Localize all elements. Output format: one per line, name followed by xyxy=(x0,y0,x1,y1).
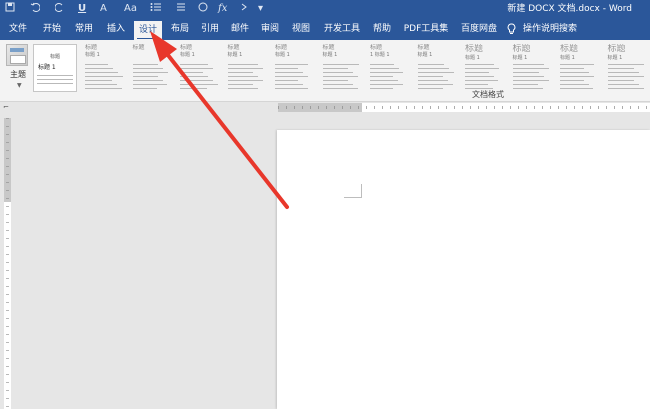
style-set-heading: 标题 1 xyxy=(560,55,575,61)
tab-common[interactable]: 常用 xyxy=(70,18,98,40)
circle-icon[interactable] xyxy=(198,2,208,17)
document-page[interactable] xyxy=(277,130,650,409)
style-set-item[interactable]: 标题 标题 1 xyxy=(177,44,221,92)
tab-view[interactable]: 视图 xyxy=(287,18,315,40)
ribbon-tabs: 文件 开始 常用 插入 设计 布局 引用 邮件 审阅 视图 开发工具 帮助 PD… xyxy=(0,18,650,40)
style-set-item[interactable]: 标题 标题 1 xyxy=(225,44,269,92)
tab-design[interactable]: 设计 xyxy=(134,21,162,40)
style-set-item[interactable]: 标题 xyxy=(130,44,174,92)
redo-icon[interactable] xyxy=(54,2,65,17)
style-set-heading: 标题 1 xyxy=(227,52,243,58)
formula-button[interactable]: fx xyxy=(218,2,227,16)
chevron-down-icon: ▼ xyxy=(17,82,22,89)
tab-layout[interactable]: 布局 xyxy=(166,18,194,40)
style-set-heading: 标题 1 xyxy=(85,52,100,58)
style-set-heading: 1 标题 1 xyxy=(370,52,390,58)
style-set-item[interactable]: 标题 标题 1 xyxy=(462,44,506,92)
style-set-title: 标题 xyxy=(512,44,531,54)
tab-file[interactable]: 文件 xyxy=(4,18,32,40)
style-set-heading: 标题 1 xyxy=(275,52,290,58)
ribbon-design-panel: 主题 ▼ 标题 标题 1 标题 标题 1 标题 标题 标题 1 标题 标题 1 标题 标题 1标… xyxy=(0,40,650,102)
window-title: 新建 DOCX 文档.docx - Word xyxy=(507,4,632,14)
style-set-title: 标题 xyxy=(607,44,626,54)
style-set-title: 标题 xyxy=(49,54,60,60)
lightbulb-icon xyxy=(507,23,516,34)
undo-icon[interactable] xyxy=(30,2,41,17)
align-icon[interactable] xyxy=(176,2,186,17)
more-icon[interactable] xyxy=(240,2,250,17)
style-set-title: 标题 xyxy=(465,44,484,54)
themes-icon xyxy=(6,44,28,66)
text-boundary-marker xyxy=(344,184,362,198)
style-set-item[interactable]: 标题 标题 1 xyxy=(82,44,126,92)
tab-mailings[interactable]: 邮件 xyxy=(226,18,254,40)
style-set-title: 标题 xyxy=(132,44,145,51)
tab-help[interactable]: 帮助 xyxy=(368,18,396,40)
save-icon[interactable] xyxy=(5,2,15,17)
style-set-heading: 标题 1 xyxy=(512,55,528,61)
horizontal-ruler[interactable] xyxy=(278,103,650,112)
style-set-title: 标题 xyxy=(180,44,193,51)
style-set-item[interactable]: 标题 标题 1 xyxy=(320,44,364,92)
tab-insert[interactable]: 插入 xyxy=(102,18,130,40)
tab-baidu-netdisk[interactable]: 百度网盘 xyxy=(455,18,503,40)
style-set-heading: 标题 1 xyxy=(607,55,623,61)
bullets-icon[interactable] xyxy=(150,2,162,17)
underline-button[interactable]: U xyxy=(78,2,86,16)
style-set-title: 标题 xyxy=(227,44,240,51)
style-set-heading: 标题 1 xyxy=(38,64,56,71)
tab-pdf-tools[interactable]: PDF工具集 xyxy=(400,18,452,40)
style-set-item[interactable]: 标题 标题 1 xyxy=(510,44,554,92)
title-bar: U A Aa fx ▾ 新建 DOCX 文档.docx - Word xyxy=(0,0,650,18)
style-set-heading: 标题 1 xyxy=(322,52,338,58)
tell-me-search[interactable]: 操作说明搜索 xyxy=(520,18,580,40)
style-set-title: 标题 xyxy=(275,44,288,51)
style-set-title: 标题 xyxy=(417,44,430,51)
style-set-title: 标题 xyxy=(85,44,98,51)
style-set-item[interactable]: 标题 标题 1 xyxy=(605,44,649,92)
group-label-document-formatting: 文档格式 xyxy=(472,90,504,99)
customize-dropdown[interactable]: ▾ xyxy=(258,2,263,16)
vertical-ruler[interactable] xyxy=(4,118,11,409)
font-size-button[interactable]: Aa xyxy=(124,2,137,16)
style-set-title: 标题 xyxy=(560,44,579,54)
themes-button[interactable]: 主题 ▼ xyxy=(6,44,28,92)
style-set-item[interactable]: 标题 标题 1 xyxy=(415,44,459,92)
style-set-item[interactable]: 标题 标题 1 xyxy=(557,44,601,92)
style-set-item[interactable]: 标题 标题 1 xyxy=(33,44,77,92)
style-set-item[interactable]: 标题 1 标题 1 xyxy=(367,44,411,92)
tab-home[interactable]: 开始 xyxy=(38,18,66,40)
tab-references[interactable]: 引用 xyxy=(196,18,224,40)
tab-selector[interactable]: ⌐ xyxy=(3,103,9,111)
style-set-heading: 标题 1 xyxy=(417,52,433,58)
style-set-heading: 标题 1 xyxy=(465,55,480,61)
tab-review[interactable]: 审阅 xyxy=(256,18,284,40)
style-set-title: 标题 xyxy=(322,44,335,51)
themes-label: 主题 xyxy=(10,70,26,79)
style-set-title: 标题 xyxy=(370,44,383,51)
font-color-button[interactable]: A xyxy=(100,2,107,16)
tab-developer[interactable]: 开发工具 xyxy=(320,18,364,40)
style-set-heading: 标题 1 xyxy=(180,52,195,58)
style-set-item[interactable]: 标题 标题 1 xyxy=(272,44,316,92)
